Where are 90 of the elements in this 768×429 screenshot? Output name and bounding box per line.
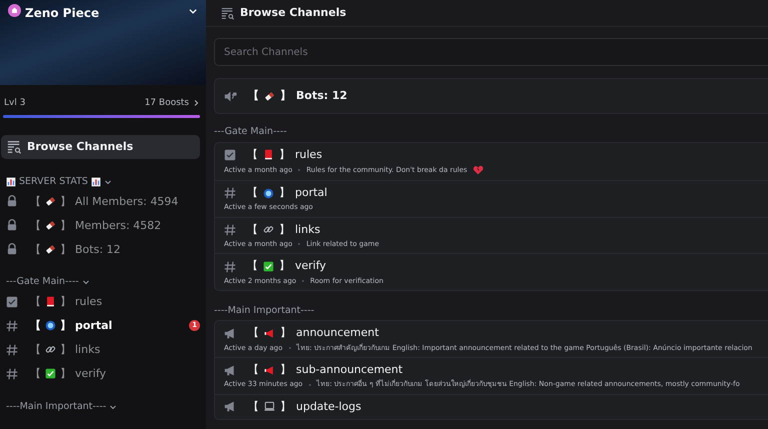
channel-name-bracket: 】 xyxy=(280,400,291,414)
server-level: Lvl 3 xyxy=(4,97,26,110)
megaphone-icon xyxy=(224,327,237,340)
channel-name[interactable]: Bots: 12 xyxy=(296,89,348,104)
channel-name[interactable]: rules xyxy=(295,148,322,162)
channel-name-bracket: 【 xyxy=(247,148,258,162)
lock-icon xyxy=(6,243,18,256)
category-name: ----Main Important---- xyxy=(214,305,316,316)
channel-name[interactable]: links xyxy=(295,222,320,237)
channel-name-bracket: 】 xyxy=(60,242,71,256)
server-name[interactable]: Zeno Piece xyxy=(25,4,100,22)
search-field[interactable]: Search Channels xyxy=(214,38,768,66)
checklist-icon xyxy=(6,296,18,308)
megaphone-icon xyxy=(264,364,275,376)
hash-icon xyxy=(224,260,236,272)
channel-name-bracket: 】 xyxy=(279,222,290,237)
channel-name-bracket: 】 xyxy=(60,318,71,332)
orb-icon xyxy=(263,188,274,199)
channel-name[interactable]: portal xyxy=(75,318,112,332)
browse-channels-button[interactable]: Browse Channels xyxy=(1,134,200,159)
book-icon xyxy=(263,149,274,160)
channel-name-bracket: 【 xyxy=(248,400,259,414)
category-name: ---Gate Main---- xyxy=(214,126,288,138)
category-name[interactable]: ----Main Important---- xyxy=(6,400,106,414)
channel-name-bracket: 【 xyxy=(30,318,41,332)
broken-heart-icon xyxy=(473,164,484,175)
hash-icon xyxy=(224,187,236,200)
orb-icon xyxy=(45,320,56,331)
bar-chart-icon xyxy=(90,177,101,188)
channel-name[interactable]: All Members: 4594 xyxy=(75,194,178,208)
channel-name-bracket: 】 xyxy=(60,342,71,356)
hash-icon xyxy=(6,320,18,332)
channel-name[interactable]: verify xyxy=(295,259,326,274)
channel-name[interactable]: update-logs xyxy=(296,400,362,414)
channel-name-bracket: 】 xyxy=(280,89,291,104)
server-avatar-icon xyxy=(8,4,21,17)
megaphone-icon xyxy=(224,400,237,414)
category-name[interactable]: ---Gate Main---- xyxy=(6,275,79,290)
checkmark-icon xyxy=(263,261,274,272)
boost-count[interactable]: 17 Boosts xyxy=(144,97,189,110)
channel-card[interactable]: 【 】 Bots: 12 xyxy=(214,78,768,114)
channel-name-bracket: 【 xyxy=(248,363,259,378)
browse-list-icon xyxy=(221,6,234,20)
channel-name-bracket: 【 xyxy=(247,222,258,237)
channel-name[interactable]: links xyxy=(75,342,100,356)
bar-chart-icon xyxy=(6,177,16,188)
link-icon xyxy=(45,344,56,355)
channel-name-bracket: 【 xyxy=(30,366,41,380)
channel-name-bracket: 】 xyxy=(60,294,71,308)
channel-name-bracket: 【 xyxy=(247,186,258,200)
channel-name-bracket: 【 xyxy=(30,294,41,308)
megaphone-icon xyxy=(264,328,275,340)
channel-name-bracket: 【 xyxy=(30,194,41,208)
browse-list-icon xyxy=(7,140,21,154)
speaker-lock-icon xyxy=(224,90,237,103)
hash-icon xyxy=(224,224,236,236)
channel-name[interactable]: sub-announcement xyxy=(296,363,403,378)
channel-name-bracket: 】 xyxy=(279,259,290,274)
channel-name-bracket: 】 xyxy=(60,194,71,208)
computer-icon xyxy=(264,401,275,412)
link-icon xyxy=(263,224,274,236)
channel-name-bracket: 【 xyxy=(30,218,41,232)
page-title: Browse Channels xyxy=(240,4,346,21)
checklist-icon xyxy=(224,148,236,161)
channel-name[interactable]: Bots: 12 xyxy=(75,242,121,256)
channel-name-bracket: 】 xyxy=(60,218,71,232)
channel-name-bracket: 】 xyxy=(280,326,291,341)
channel-name[interactable]: portal xyxy=(295,186,328,200)
channel-name-bracket: 】 xyxy=(60,366,71,380)
channel-name-bracket: 【 xyxy=(30,242,41,256)
book-icon xyxy=(45,296,56,307)
lock-icon xyxy=(6,219,18,232)
megaphone-icon xyxy=(224,364,237,377)
channel-name-bracket: 【 xyxy=(247,259,258,274)
lock-icon xyxy=(6,195,18,208)
hash-icon xyxy=(6,344,18,356)
channel-name-bracket: 【 xyxy=(248,89,259,104)
chevron-right-icon xyxy=(192,99,200,107)
channel-name[interactable]: Members: 4582 xyxy=(75,218,162,232)
category-name[interactable]: SERVER STATS xyxy=(19,175,88,190)
hash-icon xyxy=(6,368,18,380)
channel-name-bracket: 【 xyxy=(248,326,259,341)
channel-name-bracket: 】 xyxy=(279,148,290,162)
channel-name-bracket: 】 xyxy=(280,363,291,378)
channel-name[interactable]: rules xyxy=(75,294,102,308)
checkmark-icon xyxy=(45,368,56,379)
channel-name-bracket: 【 xyxy=(30,342,41,356)
channel-name-bracket: 】 xyxy=(279,186,290,200)
channel-name[interactable]: announcement xyxy=(296,326,379,341)
channel-name[interactable]: verify xyxy=(75,366,106,380)
